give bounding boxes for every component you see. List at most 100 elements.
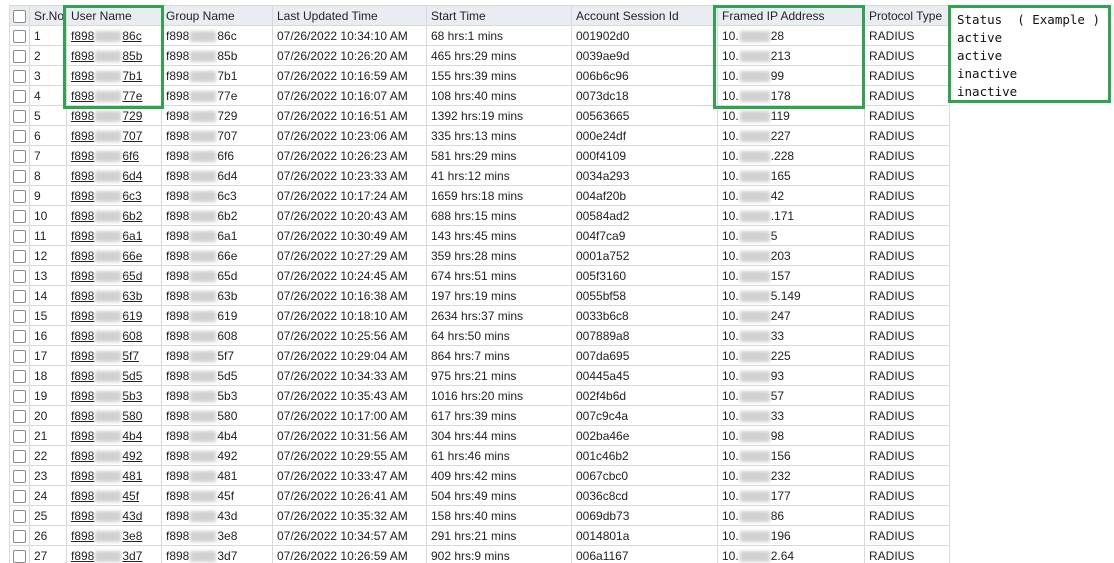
user-name-link[interactable]: f898 5b3 [71, 389, 142, 403]
user-name-link[interactable]: f898 3d7 [71, 549, 142, 563]
cell-account-session-id: 000f4109 [571, 145, 718, 166]
row-checkbox[interactable] [13, 329, 26, 343]
cell-sr-no: 8 [29, 165, 67, 186]
row-checkbox[interactable] [13, 209, 26, 223]
redacted-blur [95, 130, 122, 142]
row-checkbox[interactable] [13, 389, 26, 403]
row-checkbox[interactable] [13, 529, 26, 543]
row-checkbox[interactable] [13, 89, 26, 103]
user-name-link[interactable]: f898 580 [71, 409, 142, 423]
table-row[interactable]: 5 f898 729 f898 729 07/26/2022 10:16:51 AM 139… [9, 105, 950, 126]
user-name-link[interactable]: f898 619 [71, 309, 142, 323]
row-checkbox[interactable] [13, 309, 26, 323]
table-row[interactable]: 10 f898 6b2 f898 6b2 07/26/2022 10:20:43 AM 68… [9, 205, 950, 226]
column-header-user-name[interactable]: User Name [66, 5, 162, 26]
row-checkbox[interactable] [13, 409, 26, 423]
table-row[interactable]: 11 f898 6a1 f898 6a1 07/26/2022 10:30:49 AM 14… [9, 225, 950, 246]
user-name-link[interactable]: f898 77e [71, 89, 142, 103]
column-header-sr-no[interactable]: Sr.No [29, 5, 67, 26]
row-checkbox[interactable] [13, 49, 26, 63]
table-row[interactable]: 25 f898 43d f898 43d 07/26/2022 10:35:32 AM 15… [9, 505, 950, 526]
user-name-link[interactable]: f898 608 [71, 329, 142, 343]
user-name-link[interactable]: f898 6f6 [71, 149, 139, 163]
row-checkbox[interactable] [13, 349, 26, 363]
table-row[interactable]: 26 f898 3e8 f898 3e8 07/26/2022 10:34:57 AM 29… [9, 525, 950, 546]
user-name-link[interactable]: f898 85b [71, 49, 142, 63]
row-checkbox[interactable] [13, 29, 26, 43]
cell-framed-ip-address: 10. 42 [717, 185, 865, 206]
user-name-link[interactable]: f898 5d5 [71, 369, 142, 383]
table-row[interactable]: 7 f898 6f6 f898 6f6 07/26/2022 10:26:23 AM 581… [9, 145, 950, 166]
table-row[interactable]: 24 f898 45f f898 45f 07/26/2022 10:26:41 AM 50… [9, 485, 950, 506]
table-row[interactable]: 18 f898 5d5 f898 5d5 07/26/2022 10:34:33 AM 97… [9, 365, 950, 386]
row-checkbox[interactable] [13, 229, 26, 243]
table-row[interactable]: 12 f898 66e f898 66e 07/26/2022 10:27:29 AM 35… [9, 245, 950, 266]
cell-start-time: 291 hrs:21 mins [426, 525, 572, 546]
table-row[interactable]: 1 f898 86c f898 86c 07/26/2022 10:34:10 AM 68 … [9, 25, 950, 46]
table-row[interactable]: 23 f898 481 f898 481 07/26/2022 10:33:47 AM 40… [9, 465, 950, 486]
user-name-link[interactable]: f898 6d4 [71, 169, 142, 183]
table-row[interactable]: 9 f898 6c3 f898 6c3 07/26/2022 10:17:24 AM 165… [9, 185, 950, 206]
row-checkbox[interactable] [13, 449, 26, 463]
user-name-link[interactable]: f898 492 [71, 449, 142, 463]
table-row[interactable]: 20 f898 580 f898 580 07/26/2022 10:17:00 AM 61… [9, 405, 950, 426]
user-name-link[interactable]: f898 86c [71, 29, 142, 43]
table-row[interactable]: 8 f898 6d4 f898 6d4 07/26/2022 10:23:33 AM 41 … [9, 165, 950, 186]
row-checkbox[interactable] [13, 149, 26, 163]
row-checkbox[interactable] [13, 169, 26, 183]
user-name-link[interactable]: f898 45f [71, 489, 139, 503]
user-name-link[interactable]: f898 6b2 [71, 209, 142, 223]
user-name-link[interactable]: f898 4b4 [71, 429, 142, 443]
row-checkbox[interactable] [13, 249, 26, 263]
column-header-start-time[interactable]: Start Time [426, 5, 572, 26]
table-row[interactable]: 4 f898 77e f898 77e 07/26/2022 10:16:07 AM 108… [9, 85, 950, 106]
user-name-link[interactable]: f898 43d [71, 509, 142, 523]
table-row[interactable]: 13 f898 65d f898 65d 07/26/2022 10:24:45 AM 67… [9, 265, 950, 286]
table-row[interactable]: 6 f898 707 f898 707 07/26/2022 10:23:06 AM 335… [9, 125, 950, 146]
user-name-link[interactable]: f898 707 [71, 129, 142, 143]
column-header-protocol-type[interactable]: Protocol Type [864, 5, 950, 26]
table-row[interactable]: 2 f898 85b f898 85b 07/26/2022 10:26:20 AM 465… [9, 45, 950, 66]
table-row[interactable]: 17 f898 5f7 f898 5f7 07/26/2022 10:29:04 AM 86… [9, 345, 950, 366]
row-checkbox[interactable] [13, 489, 26, 503]
user-name-link[interactable]: f898 6c3 [71, 189, 142, 203]
row-checkbox[interactable] [13, 129, 26, 143]
table-row[interactable]: 22 f898 492 f898 492 07/26/2022 10:29:55 AM 61… [9, 445, 950, 466]
row-checkbox[interactable] [13, 189, 26, 203]
user-name-link[interactable]: f898 65d [71, 269, 142, 283]
column-header-group-name[interactable]: Group Name [161, 5, 273, 26]
column-header-framed-ip-address[interactable]: Framed IP Address [717, 5, 865, 26]
user-name-link[interactable]: f898 7b1 [71, 69, 142, 83]
table-row[interactable]: 27 f898 3d7 f898 3d7 07/26/2022 10:26:59 AM 90… [9, 545, 950, 563]
row-checkbox[interactable] [13, 109, 26, 123]
user-name-link[interactable]: f898 66e [71, 249, 142, 263]
user-name-link[interactable]: f898 6a1 [71, 229, 142, 243]
row-select-cell [9, 525, 30, 546]
row-checkbox[interactable] [13, 69, 26, 83]
table-row[interactable]: 21 f898 4b4 f898 4b4 07/26/2022 10:31:56 AM 30… [9, 425, 950, 446]
table-row[interactable]: 19 f898 5b3 f898 5b3 07/26/2022 10:35:43 AM 10… [9, 385, 950, 406]
user-name-link[interactable]: f898 5f7 [71, 349, 139, 363]
row-checkbox[interactable] [13, 289, 26, 303]
user-name-link[interactable]: f898 481 [71, 469, 142, 483]
table-row[interactable]: 16 f898 608 f898 608 07/26/2022 10:25:56 AM 64… [9, 325, 950, 346]
row-checkbox[interactable] [13, 509, 26, 523]
column-header-account-session-id[interactable]: Account Session Id [571, 5, 718, 26]
row-checkbox[interactable] [13, 549, 26, 563]
table-row[interactable]: 14 f898 63b f898 63b 07/26/2022 10:16:38 AM 19… [9, 285, 950, 306]
cell-group-name: f898 77e [161, 85, 273, 106]
row-checkbox[interactable] [13, 429, 26, 443]
ip-prefix: 10. [722, 348, 739, 363]
row-select-cell [9, 265, 30, 286]
user-name-link[interactable]: f898 3e8 [71, 529, 142, 543]
row-checkbox[interactable] [13, 469, 26, 483]
row-checkbox[interactable] [13, 269, 26, 283]
table-row[interactable]: 15 f898 619 f898 619 07/26/2022 10:18:10 AM 26… [9, 305, 950, 326]
user-name-link[interactable]: f898 63b [71, 289, 142, 303]
table-row[interactable]: 3 f898 7b1 f898 7b1 07/26/2022 10:16:59 AM 155… [9, 65, 950, 86]
session-table-view: Sr.No User Name Group Name Last Updated Tim… [0, 0, 1114, 563]
row-checkbox[interactable] [13, 369, 26, 383]
user-name-link[interactable]: f898 729 [71, 109, 142, 123]
column-header-last-updated-time[interactable]: Last Updated Time [272, 5, 427, 26]
select-all-checkbox[interactable] [13, 9, 26, 23]
